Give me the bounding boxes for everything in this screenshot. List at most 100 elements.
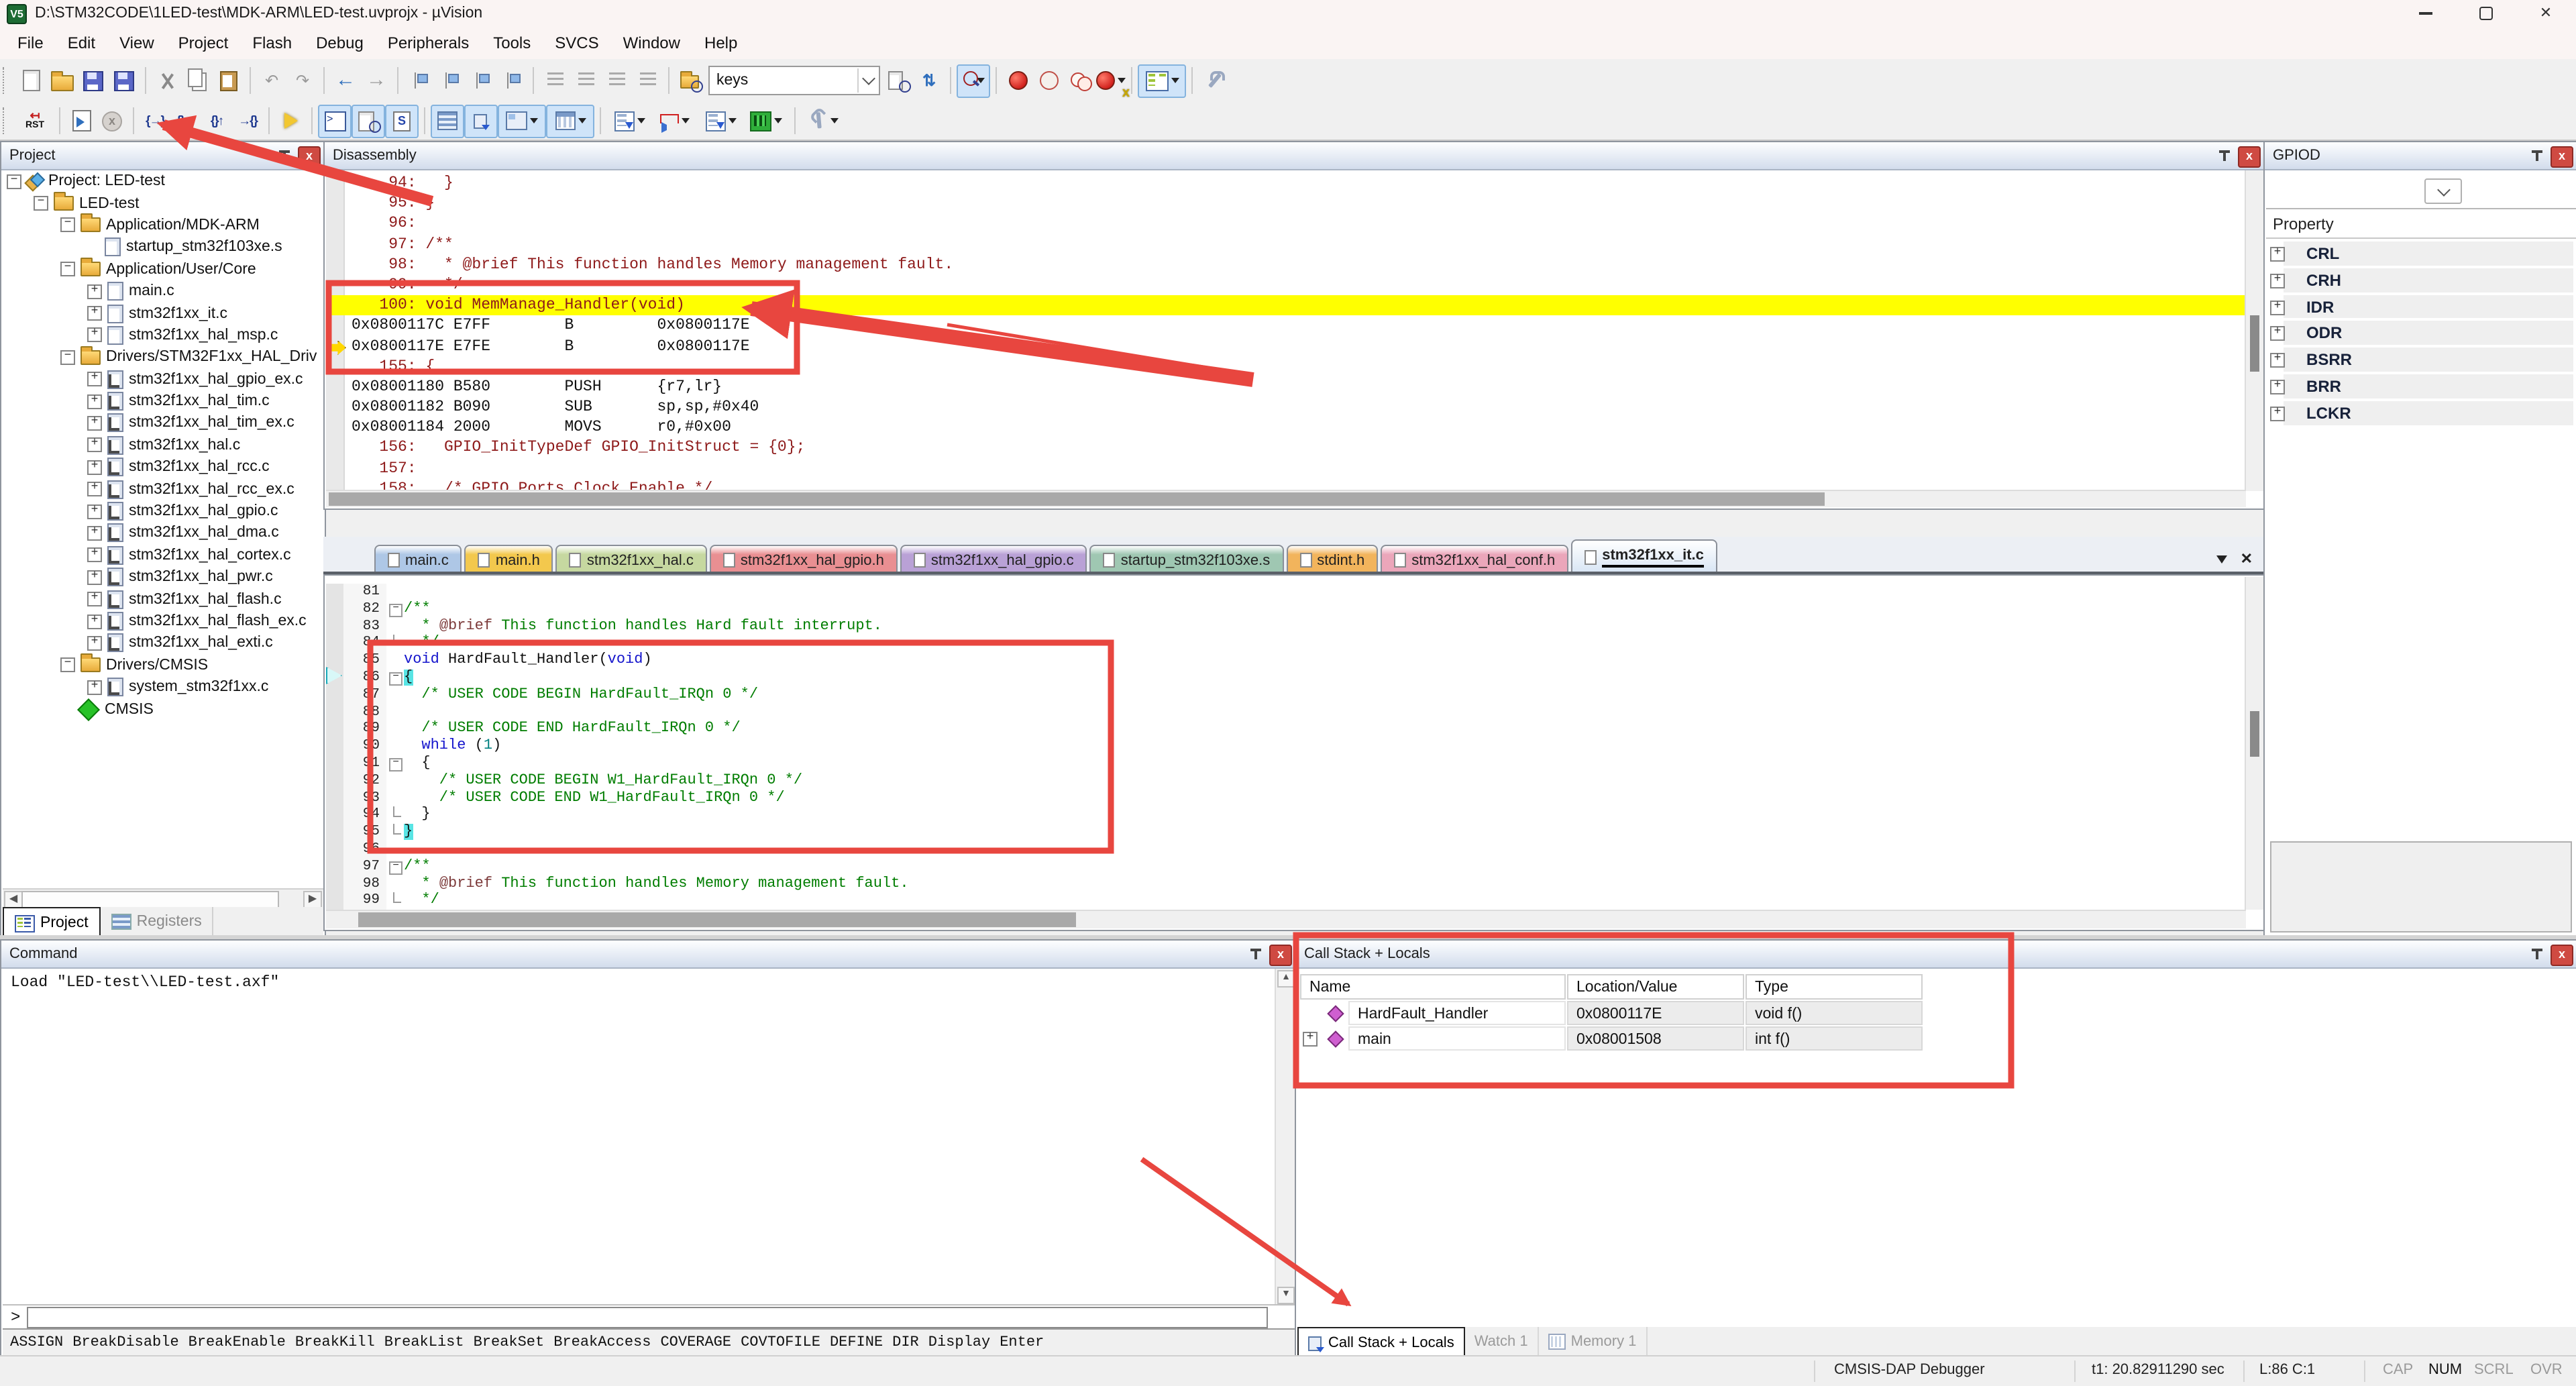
editor-line[interactable]: 90 while (1) — [326, 738, 2263, 755]
menu-debug[interactable]: Debug — [304, 30, 376, 56]
command-button-assign[interactable]: ASSIGN — [5, 1335, 68, 1351]
toolbar-drag-handle[interactable] — [3, 107, 12, 134]
dock-tab-memory-1[interactable]: Memory 1 — [1539, 1327, 1648, 1356]
disassembly-line[interactable]: 95: } — [326, 193, 2263, 213]
breakpoint-margin[interactable] — [326, 841, 343, 859]
command-input[interactable] — [27, 1307, 1268, 1328]
fold-column[interactable] — [386, 584, 404, 601]
editor-vertical-scrollbar[interactable] — [2245, 577, 2263, 910]
serial-window-button[interactable] — [606, 105, 652, 136]
menu-view[interactable]: View — [107, 30, 166, 56]
expand-icon[interactable]: + — [2270, 327, 2285, 341]
gpiod-register-row[interactable]: +BRR — [2266, 373, 2576, 400]
callstack-type[interactable]: int f() — [1746, 1026, 1923, 1051]
tree-item[interactable]: +stm32f1xx_hal_rcc_ex.c — [3, 478, 323, 500]
close-tab-icon[interactable]: ✕ — [2241, 553, 2253, 566]
breakpoint-margin[interactable] — [326, 893, 343, 910]
undo-button[interactable]: ↶ — [256, 65, 287, 96]
collapse-icon[interactable]: − — [60, 350, 75, 365]
fold-column[interactable] — [386, 790, 404, 807]
search-dropdown-button[interactable] — [857, 68, 879, 93]
command-button-display[interactable]: Display — [924, 1335, 995, 1351]
scrollbar-thumb[interactable] — [329, 492, 1825, 506]
disassembly-line[interactable]: 97: /** — [326, 234, 2263, 254]
breakpoint-margin[interactable] — [326, 584, 343, 601]
scroll-up-icon[interactable]: ▲ — [1277, 970, 1295, 988]
expand-icon[interactable]: + — [2270, 274, 2285, 288]
expand-icon[interactable]: + — [87, 482, 102, 496]
editor-tab-startup_stm32f103xe.s[interactable]: startup_stm32f103xe.s — [1090, 545, 1284, 574]
find-button[interactable] — [883, 65, 914, 96]
navigate-back-button[interactable]: ← — [330, 65, 361, 96]
save-button[interactable] — [78, 65, 109, 96]
fold-column[interactable] — [386, 773, 404, 790]
close-panel-icon[interactable]: x — [2551, 146, 2573, 168]
tree-item[interactable]: −Drivers/CMSIS — [3, 654, 323, 676]
expand-icon[interactable]: + — [2270, 247, 2285, 262]
expand-icon[interactable]: + — [87, 372, 102, 386]
tree-item[interactable]: startup_stm32f103xe.s — [3, 236, 323, 258]
editor-line[interactable]: 84 */ — [326, 635, 2263, 653]
column-header-name[interactable]: Name — [1300, 974, 1566, 1000]
comment-button[interactable] — [601, 65, 632, 96]
fold-column[interactable] — [386, 687, 404, 704]
redo-button[interactable]: ↷ — [287, 65, 318, 96]
watch-window-button[interactable] — [498, 104, 546, 138]
restore-button[interactable] — [2455, 0, 2516, 27]
pin-icon[interactable] — [2528, 146, 2546, 165]
tree-item[interactable]: −Application/User/Core — [3, 258, 323, 280]
step-over-button[interactable]: {}→ — [170, 105, 201, 136]
cut-button[interactable] — [152, 65, 182, 96]
copy-button[interactable] — [182, 65, 213, 96]
command-button-breakaccess[interactable]: BreakAccess — [549, 1335, 655, 1351]
dock-tab-call-stack-locals[interactable]: Call Stack + Locals — [1297, 1327, 1465, 1358]
gpiod-register-row[interactable]: +BSRR — [2266, 346, 2576, 373]
editor-tab-stm32f1xx_hal_conf.h[interactable]: stm32f1xx_hal_conf.h — [1381, 545, 1568, 574]
expand-icon[interactable]: + — [2270, 353, 2285, 368]
debug-toolbox-button[interactable] — [801, 105, 847, 136]
expand-icon[interactable]: + — [87, 504, 102, 519]
breakpoint-margin[interactable] — [326, 875, 343, 893]
editor-tab-stdint.h[interactable]: stdint.h — [1286, 545, 1378, 574]
step-into-button[interactable]: {→} — [140, 105, 170, 136]
menu-edit[interactable]: Edit — [56, 30, 107, 56]
disassembly-window-button[interactable] — [352, 104, 385, 138]
disassembly-line[interactable]: 0x0800117E E7FE B 0x0800117E — [326, 336, 2263, 356]
editor-line[interactable]: 97−/** — [326, 859, 2263, 876]
expand-icon[interactable]: + — [87, 592, 102, 606]
tree-item[interactable]: +stm32f1xx_hal_flash_ex.c — [3, 610, 323, 633]
disassembly-line[interactable]: 0x08001184 2000 MOVS r0,#0x00 — [326, 418, 2263, 438]
gpiod-dropdown-button[interactable] — [2424, 178, 2462, 204]
tree-item[interactable]: −Drivers/STM32F1xx_HAL_Driv — [3, 346, 323, 368]
editor-line[interactable]: 81 — [326, 584, 2263, 601]
expand-icon[interactable]: + — [2270, 300, 2285, 315]
breakpoint-margin[interactable] — [326, 721, 343, 739]
fold-column[interactable] — [386, 875, 404, 893]
reset-button[interactable]: ↤RST — [16, 105, 54, 136]
menu-svcs[interactable]: SVCS — [543, 30, 610, 56]
editor-line[interactable]: 95} — [326, 824, 2263, 841]
collapse-icon[interactable]: − — [60, 262, 75, 277]
tree-item[interactable]: +stm32f1xx_hal_dma.c — [3, 523, 323, 545]
run-button[interactable] — [66, 105, 97, 136]
command-button-define[interactable]: DEFINE — [825, 1335, 888, 1351]
disassembly-line[interactable]: 157: — [326, 458, 2263, 478]
fold-collapse-icon[interactable]: − — [389, 672, 402, 686]
command-button-enter[interactable]: Enter — [995, 1335, 1049, 1351]
editor-line[interactable]: 92 /* USER CODE BEGIN W1_HardFault_IRQn … — [326, 773, 2263, 790]
expand-icon[interactable]: + — [87, 636, 102, 651]
scroll-right-icon[interactable]: ▶ — [303, 891, 322, 908]
tree-item[interactable]: +stm32f1xx_hal_flash.c — [3, 588, 323, 610]
close-panel-icon[interactable]: x — [298, 146, 321, 168]
bookmark-prev-button[interactable] — [435, 65, 466, 96]
expand-icon[interactable]: + — [87, 416, 102, 431]
disassembly-code[interactable]: 94: } 95: } 96: 97: /** 98: * @brief Thi… — [326, 170, 2263, 491]
command-button-breaklist[interactable]: BreakList — [380, 1335, 469, 1351]
expand-icon[interactable]: + — [87, 680, 102, 694]
disassembly-line[interactable]: 96: — [326, 214, 2263, 234]
navigate-forward-button[interactable]: → — [361, 65, 392, 96]
editor-horizontal-scrollbar[interactable] — [326, 910, 2246, 928]
tree-item[interactable]: +stm32f1xx_hal.c — [3, 434, 323, 456]
find-all-references-button[interactable] — [957, 64, 990, 97]
search-combobox[interactable]: keys — [708, 66, 880, 95]
